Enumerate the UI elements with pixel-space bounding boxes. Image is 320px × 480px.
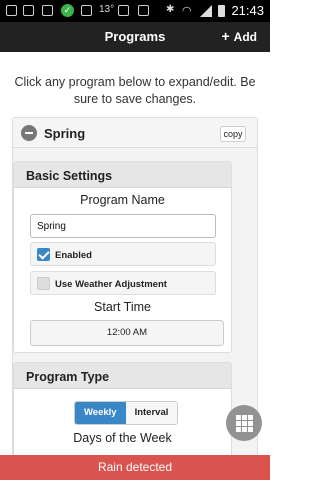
grid-menu-button[interactable]	[226, 405, 262, 441]
app-icon	[81, 5, 92, 16]
basic-settings-title: Basic Settings	[14, 162, 231, 188]
mail-icon	[42, 5, 53, 16]
add-label: Add	[233, 30, 257, 44]
photo-icon	[118, 5, 129, 16]
notification-icon	[6, 5, 17, 16]
wifi-icon: ◠	[182, 5, 192, 17]
program-header[interactable]: Spring copy	[13, 118, 257, 148]
program-title: Spring	[44, 126, 86, 141]
weather-checkbox[interactable]	[37, 277, 50, 290]
intro-text: Click any program below to expand/edit. …	[14, 75, 256, 106]
basic-settings-card: Basic Settings Program Name Spring Enabl…	[13, 161, 232, 353]
start-time-label: Start Time	[94, 300, 151, 314]
add-program-button[interactable]: + Add	[221, 28, 257, 44]
weather-label: Use Weather Adjustment	[55, 279, 167, 290]
weekly-option[interactable]: Weekly	[75, 402, 126, 424]
enabled-toggle[interactable]: Enabled	[30, 242, 216, 266]
gallery-icon	[23, 5, 34, 16]
app-header: Programs + Add	[0, 22, 270, 52]
bluetooth-icon: ✱	[166, 4, 175, 15]
enabled-checkbox[interactable]	[37, 248, 50, 261]
temperature: 13°	[99, 4, 115, 15]
program-name-label: Program Name	[80, 193, 165, 207]
status-bar: ✓ 13° ✱ ◠ 21:43	[0, 0, 270, 22]
days-of-week-label: Days of the Week	[73, 431, 172, 445]
signal-icon	[200, 5, 212, 17]
check-icon: ✓	[61, 4, 74, 17]
program-name-input[interactable]: Spring	[30, 214, 216, 238]
rain-status-banner: Rain detected	[0, 455, 270, 480]
plus-icon: +	[221, 28, 230, 44]
copy-button[interactable]: copy	[220, 126, 246, 142]
interval-option[interactable]: Interval	[125, 402, 178, 424]
program-type-title: Program Type	[14, 363, 231, 389]
program-type-selector: Weekly Interval	[74, 401, 179, 425]
start-time-input[interactable]: 12:00 AM	[30, 320, 224, 346]
collapse-icon[interactable]	[21, 125, 37, 141]
enabled-label: Enabled	[55, 250, 92, 261]
battery-icon	[218, 5, 225, 17]
mail-icon	[138, 5, 149, 16]
clock: 21:43	[231, 3, 264, 18]
weather-adjustment-toggle[interactable]: Use Weather Adjustment	[30, 271, 216, 295]
